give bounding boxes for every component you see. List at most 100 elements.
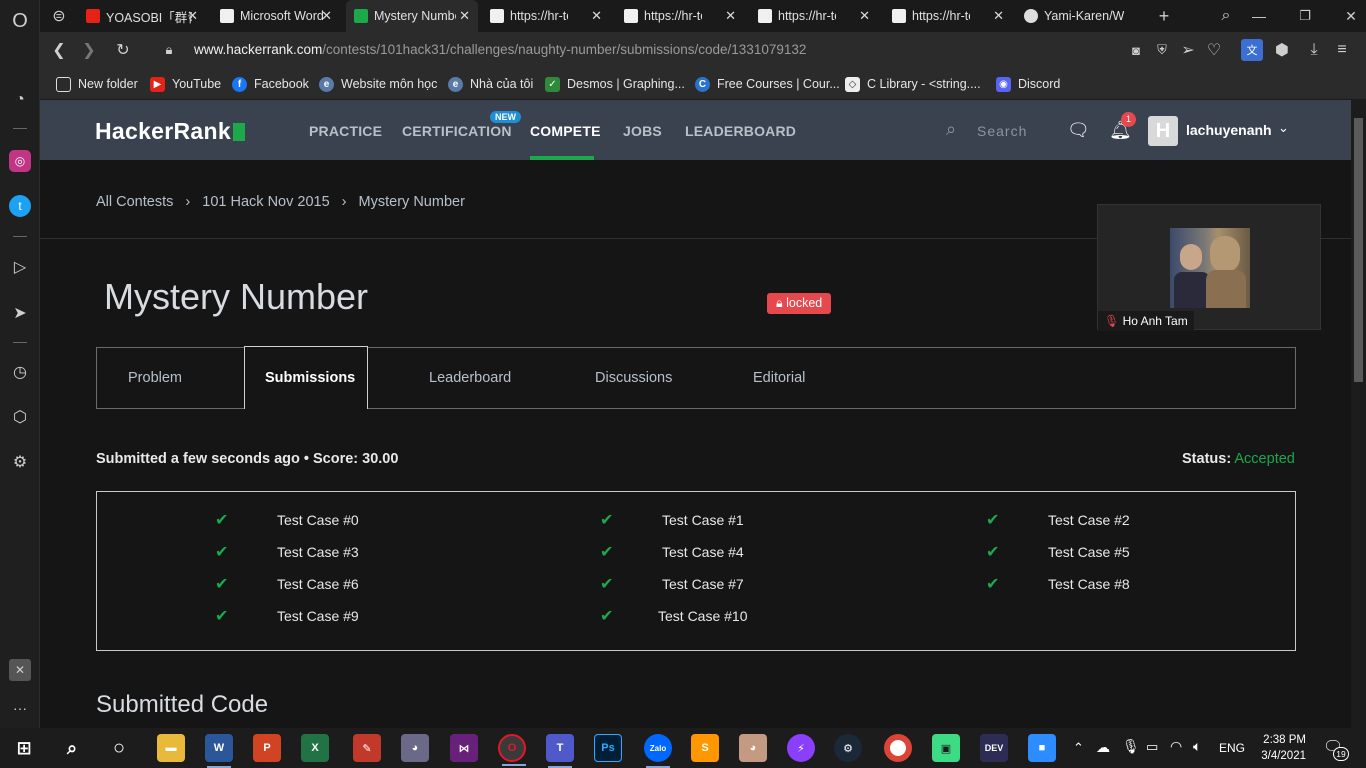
- nav-practice[interactable]: PRACTICE: [309, 123, 382, 139]
- restore-icon[interactable]: ❐: [1294, 5, 1316, 27]
- avatar[interactable]: H: [1148, 116, 1178, 146]
- search-tabs-icon[interactable]: ⌕: [1215, 5, 1237, 27]
- shield-icon[interactable]: ⛨: [1151, 39, 1173, 61]
- close-icon[interactable]: ✕: [725, 8, 736, 24]
- clock[interactable]: 2:38 PM 3/4/2021: [1254, 732, 1306, 764]
- test-case[interactable]: ✔ Test Case #7: [600, 574, 744, 594]
- microphone-icon[interactable]: 🎙︎: [1122, 738, 1140, 755]
- page-scrollbar[interactable]: [1351, 100, 1366, 728]
- tab-problem[interactable]: Problem: [128, 370, 182, 386]
- menu-icon[interactable]: ≡: [1331, 39, 1353, 61]
- twitter-icon[interactable]: t: [9, 195, 31, 217]
- chrome-icon[interactable]: [884, 734, 912, 762]
- genshin-icon[interactable]: ◕: [739, 734, 767, 762]
- test-case[interactable]: ✔ Test Case #0: [215, 510, 359, 530]
- video-call-overlay[interactable]: 🎙︎ Ho Anh Tam: [1097, 204, 1321, 331]
- close-icon[interactable]: ✕: [859, 8, 870, 24]
- task-view-icon[interactable]: ○: [105, 734, 133, 762]
- test-case[interactable]: ✔ Test Case #10: [600, 606, 748, 626]
- visual-studio-icon[interactable]: ⋈: [450, 734, 478, 762]
- sidebar-app-icon[interactable]: ✕: [9, 659, 31, 681]
- test-case[interactable]: ✔ Test Case #1: [600, 510, 744, 530]
- player-icon[interactable]: ▷: [9, 256, 31, 278]
- browser-tab[interactable]: YOASOBI「群青」 ✕: [78, 0, 206, 32]
- search-icon[interactable]: ⌕: [58, 734, 86, 762]
- anime-app-icon[interactable]: ◕: [401, 734, 429, 762]
- username[interactable]: lachuyenanh: [1186, 122, 1272, 138]
- excel-icon[interactable]: X: [301, 734, 329, 762]
- test-case[interactable]: ✔ Test Case #2: [986, 510, 1130, 530]
- browser-tab[interactable]: https://hr-testc ✕: [616, 0, 744, 32]
- nav-certification[interactable]: CERTIFICATION: [402, 123, 512, 139]
- history-icon[interactable]: ◷: [9, 361, 31, 383]
- battery-icon[interactable]: ▭: [1146, 739, 1158, 755]
- minimize-icon[interactable]: —: [1248, 5, 1270, 27]
- send-icon[interactable]: ➤: [9, 302, 31, 324]
- search-icon[interactable]: ⌕: [946, 119, 956, 140]
- android-studio-icon[interactable]: ▣: [932, 734, 960, 762]
- tab-leaderboard[interactable]: Leaderboard: [429, 370, 511, 386]
- windows-start-icon[interactable]: ⊞: [10, 734, 38, 762]
- close-icon[interactable]: ✕: [187, 8, 198, 24]
- hackerrank-logo[interactable]: HackerRank: [95, 118, 245, 145]
- bookmark-item[interactable]: f Facebook: [232, 75, 309, 93]
- onedrive-icon[interactable]: ☁: [1096, 739, 1110, 756]
- test-case[interactable]: ✔ Test Case #9: [215, 606, 359, 626]
- settings-icon[interactable]: ⚙: [9, 451, 31, 473]
- tab-submissions[interactable]: Submissions: [244, 346, 368, 409]
- nav-jobs[interactable]: JOBS: [623, 123, 662, 139]
- heart-icon[interactable]: ♡: [1203, 39, 1225, 61]
- nav-leaderboard[interactable]: LEADERBOARD: [685, 123, 796, 139]
- download-icon[interactable]: ⤓: [1303, 39, 1325, 61]
- opera-icon[interactable]: O: [498, 734, 526, 766]
- tab-menu-icon[interactable]: ⊜: [48, 5, 70, 27]
- back-icon[interactable]: ❮: [48, 39, 70, 61]
- nav-compete[interactable]: COMPETE: [530, 123, 601, 139]
- file-explorer-icon[interactable]: ▬: [157, 734, 185, 762]
- opera-logo-icon[interactable]: O: [9, 10, 31, 32]
- pinned-app-icon[interactable]: ✎: [353, 734, 381, 762]
- scrollbar-thumb[interactable]: [1354, 118, 1363, 382]
- tab-discussions[interactable]: Discussions: [595, 370, 672, 386]
- bookmark-item[interactable]: C Free Courses | Cour...: [695, 75, 840, 93]
- zalo-icon[interactable]: Zalo: [644, 734, 672, 768]
- steam-icon[interactable]: ⚙: [834, 734, 862, 762]
- sublime-icon[interactable]: S: [691, 734, 719, 762]
- browser-tab-active[interactable]: Mystery Number ✕: [346, 0, 478, 32]
- new-tab-icon[interactable]: +: [1153, 5, 1175, 27]
- chevron-down-icon[interactable]: ⌄: [1278, 120, 1289, 136]
- powerpoint-icon[interactable]: P: [253, 734, 281, 762]
- chevron-up-icon[interactable]: ⌃: [1073, 740, 1084, 756]
- browser-tab[interactable]: Microsoft Word ✕: [212, 0, 340, 32]
- close-icon[interactable]: ✕: [993, 8, 1004, 24]
- teams-icon[interactable]: T: [546, 734, 574, 768]
- forward-icon[interactable]: ❯: [78, 39, 100, 61]
- word-icon[interactable]: W: [205, 734, 233, 768]
- photoshop-icon[interactable]: Ps: [594, 734, 622, 762]
- cube-icon[interactable]: ⬢: [1271, 39, 1293, 61]
- test-case[interactable]: ✔ Test Case #6: [215, 574, 359, 594]
- translate-icon[interactable]: 文: [1241, 39, 1263, 61]
- bookmark-item[interactable]: ✓ Desmos | Graphing...: [545, 75, 685, 93]
- browser-tab[interactable]: https://hr-testc ✕: [884, 0, 1012, 32]
- breadcrumb-contest[interactable]: 101 Hack Nov 2015: [202, 194, 329, 210]
- extensions-icon[interactable]: ⬡: [9, 406, 31, 428]
- close-icon[interactable]: ✕: [321, 8, 332, 24]
- more-icon[interactable]: ···: [9, 697, 31, 719]
- test-case[interactable]: ✔ Test Case #4: [600, 542, 744, 562]
- volume-icon[interactable]: 🔈︎: [1193, 738, 1201, 755]
- bookmark-item[interactable]: New folder: [56, 75, 138, 93]
- bookmark-item[interactable]: ▶ YouTube: [150, 75, 221, 93]
- browser-tab[interactable]: https://hr-testc ✕: [482, 0, 610, 32]
- url-field[interactable]: www.hackerrank.com/contests/101hack31/ch…: [194, 42, 806, 57]
- messages-icon[interactable]: 🗨︎: [1067, 120, 1090, 141]
- bookmark-item[interactable]: e Website môn học: [319, 75, 437, 93]
- camera-icon[interactable]: ◙: [1125, 39, 1147, 61]
- language-indicator[interactable]: ENG: [1219, 741, 1245, 755]
- close-icon[interactable]: ✕: [591, 8, 602, 24]
- wifi-icon[interactable]: ◠: [1170, 738, 1182, 755]
- bookmark-item[interactable]: ◇ C Library - <string....: [845, 75, 981, 93]
- speed-dial-icon[interactable]: ◔: [9, 89, 31, 111]
- bookmark-item[interactable]: ◉ Discord: [996, 75, 1060, 93]
- tab-editorial[interactable]: Editorial: [753, 370, 805, 386]
